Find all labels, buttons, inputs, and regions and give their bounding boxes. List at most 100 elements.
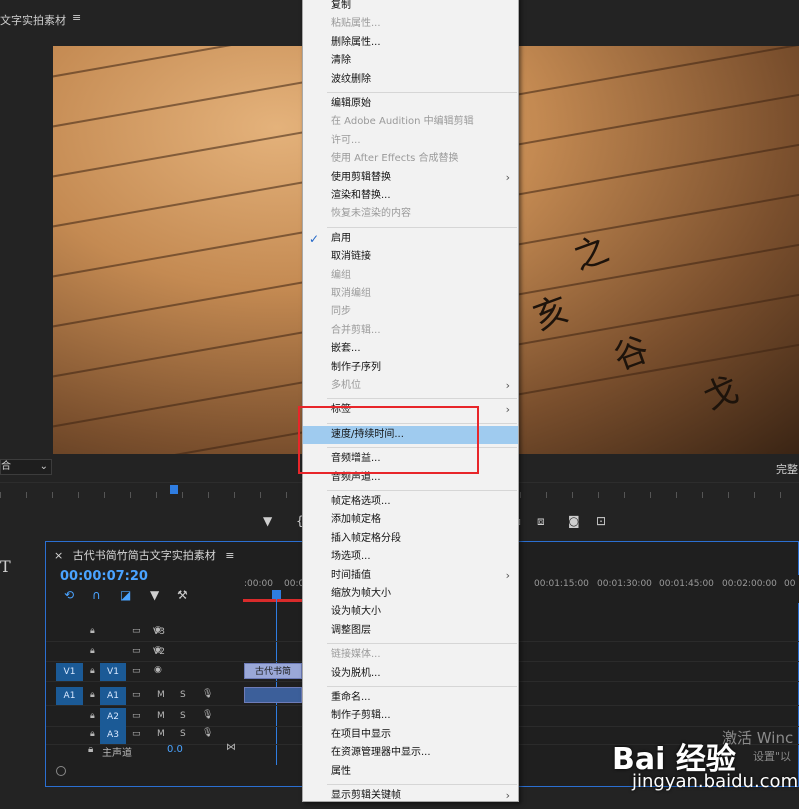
menu-item[interactable]: 添加帧定格 xyxy=(303,511,518,529)
menu-item[interactable]: 嵌套... xyxy=(303,340,518,358)
lock-icon[interactable]: 🔒︎ xyxy=(90,711,95,721)
mute-button[interactable]: M xyxy=(157,690,165,700)
menu-item-label: 嵌套... xyxy=(331,343,361,355)
monitor-menu-icon[interactable]: ≡ xyxy=(72,11,81,24)
resolution-label[interactable]: 完整 xyxy=(776,461,798,477)
chevron-right-icon: › xyxy=(505,170,510,184)
monitor-playhead[interactable] xyxy=(170,485,178,494)
close-icon[interactable]: × xyxy=(54,549,63,562)
track-target[interactable]: V1 xyxy=(100,663,126,681)
camera-icon[interactable]: ◙ xyxy=(568,514,580,528)
microphone-icon[interactable]: 🎙︎ xyxy=(202,728,213,738)
menu-separator xyxy=(327,784,517,785)
menu-item[interactable]: 使用剪辑替换 › xyxy=(303,169,518,187)
solo-button[interactable]: S xyxy=(180,711,186,721)
sync-icon[interactable]: ▭ xyxy=(132,666,141,676)
menu-item[interactable]: 制作子序列 xyxy=(303,359,518,377)
mute-button[interactable]: M xyxy=(157,729,165,739)
type-tool-icon[interactable]: T xyxy=(0,557,11,576)
menu-item[interactable]: 时间插值 › xyxy=(303,567,518,585)
lock-icon[interactable]: 🔒︎ xyxy=(90,626,95,636)
microphone-icon[interactable]: 🎙︎ xyxy=(202,689,213,699)
menu-item[interactable]: 在资源管理器中显示... xyxy=(303,744,518,762)
menu-item[interactable]: 调整图层 xyxy=(303,622,518,640)
wrench-icon[interactable]: ⚒ xyxy=(177,588,188,602)
menu-item[interactable]: 在项目中显示 xyxy=(303,726,518,744)
menu-item[interactable]: 显示剪辑关键帧 › xyxy=(303,787,518,805)
menu-item-label: 制作子剪辑... xyxy=(331,710,391,722)
solo-button[interactable]: S xyxy=(180,729,186,739)
master-volume-value[interactable]: 0.0 xyxy=(167,744,183,755)
menu-item[interactable]: ✓ 启用 xyxy=(303,230,518,248)
lock-icon[interactable]: 🔒︎ xyxy=(88,744,93,755)
menu-item[interactable]: 重命名... xyxy=(303,689,518,707)
track-target[interactable]: A3 xyxy=(100,726,126,744)
microphone-icon[interactable]: 🎙︎ xyxy=(202,710,213,720)
timeline-scrollbar[interactable] xyxy=(56,766,306,776)
menu-item[interactable]: 插入帧定格分段 xyxy=(303,530,518,548)
sync-icon[interactable]: ▭ xyxy=(132,626,141,636)
menu-item[interactable]: 设为帧大小 xyxy=(303,603,518,621)
track-target[interactable]: A2 xyxy=(100,708,126,726)
menu-item[interactable]: 制作子剪辑... xyxy=(303,707,518,725)
menu-item[interactable]: 帧定格选项... xyxy=(303,493,518,511)
menu-item[interactable]: 渲染和替换... xyxy=(303,187,518,205)
ruler-label: 00:01:30:00 xyxy=(597,579,652,589)
eye-icon[interactable]: ◉ xyxy=(154,665,162,675)
menu-item[interactable]: 复制 xyxy=(303,0,518,15)
menu-item[interactable]: 取消链接 xyxy=(303,248,518,266)
fit-dropdown[interactable]: 合 ⌄ xyxy=(0,459,52,475)
source-patch[interactable]: V1 xyxy=(56,663,83,681)
work-area-bar[interactable] xyxy=(243,599,303,602)
add-marker-icon[interactable]: ▼ xyxy=(150,588,159,602)
timecode-display[interactable]: 00:00:07:20 xyxy=(60,569,148,584)
menu-item[interactable]: 场选项... xyxy=(303,548,518,566)
menu-item[interactable]: 编辑原始 xyxy=(303,95,518,113)
menu-item-label: 在资源管理器中显示... xyxy=(331,747,431,759)
eye-icon[interactable]: ◉ xyxy=(154,625,162,635)
menu-item[interactable]: 设为脱机... xyxy=(303,665,518,683)
fit-dropdown-value: 合 xyxy=(1,461,11,472)
snap-magnet-icon[interactable]: ∩ xyxy=(92,588,101,602)
video-clip[interactable]: 古代书简 xyxy=(244,663,302,679)
linked-selection-icon[interactable]: ◪ xyxy=(120,588,131,602)
menu-item[interactable]: 波纹删除 xyxy=(303,71,518,89)
eye-icon[interactable]: ◉ xyxy=(154,645,162,655)
lock-icon[interactable]: 🔒︎ xyxy=(90,666,95,676)
audio-clip[interactable] xyxy=(244,687,302,703)
menu-item-label: 在 Adobe Audition 中编辑剪辑 xyxy=(331,116,474,128)
track-target[interactable]: A1 xyxy=(100,687,126,705)
lock-icon[interactable]: 🔒︎ xyxy=(90,690,95,700)
menu-separator xyxy=(327,490,517,491)
sync-icon[interactable]: ▭ xyxy=(132,711,141,721)
sync-icon[interactable]: ▭ xyxy=(132,729,141,739)
menu-separator xyxy=(327,398,517,400)
lock-icon[interactable]: 🔒︎ xyxy=(90,646,95,656)
sync-icon[interactable]: ▭ xyxy=(132,646,141,656)
chevron-right-icon: › xyxy=(505,568,510,582)
menu-item[interactable]: 删除属性... xyxy=(303,34,518,52)
scroll-handle[interactable] xyxy=(56,766,66,776)
menu-item: 链接媒体... xyxy=(303,646,518,664)
menu-icon[interactable]: ≡ xyxy=(225,549,234,562)
compare-icon[interactable]: ⧈ xyxy=(537,514,545,529)
menu-item: 许可... xyxy=(303,132,518,150)
menu-item-label: 设为脱机... xyxy=(331,667,381,679)
sync-icon[interactable]: ▭ xyxy=(132,690,141,700)
sequence-tab[interactable]: × 古代书简竹简古文字实拍素材 ≡ xyxy=(54,547,234,563)
menu-item-label: 复制 xyxy=(331,0,351,11)
menu-item: 同步 xyxy=(303,303,518,321)
marker-icon[interactable]: ▼ xyxy=(263,514,272,528)
to-end-icon[interactable]: ⋈ xyxy=(226,742,236,753)
overlay-icon[interactable]: ⊡ xyxy=(596,514,606,528)
checkmark-icon: ✓ xyxy=(309,231,320,246)
lock-icon[interactable]: 🔒︎ xyxy=(90,729,95,739)
menu-item[interactable]: 属性 xyxy=(303,763,518,781)
mute-button[interactable]: M xyxy=(157,711,165,721)
source-patch[interactable]: A1 xyxy=(56,687,83,705)
menu-item[interactable]: 清除 xyxy=(303,52,518,70)
video-glyph: 之 xyxy=(568,229,615,279)
nest-icon[interactable]: ⟲ xyxy=(64,588,74,602)
solo-button[interactable]: S xyxy=(180,690,186,700)
menu-item[interactable]: 缩放为帧大小 xyxy=(303,585,518,603)
